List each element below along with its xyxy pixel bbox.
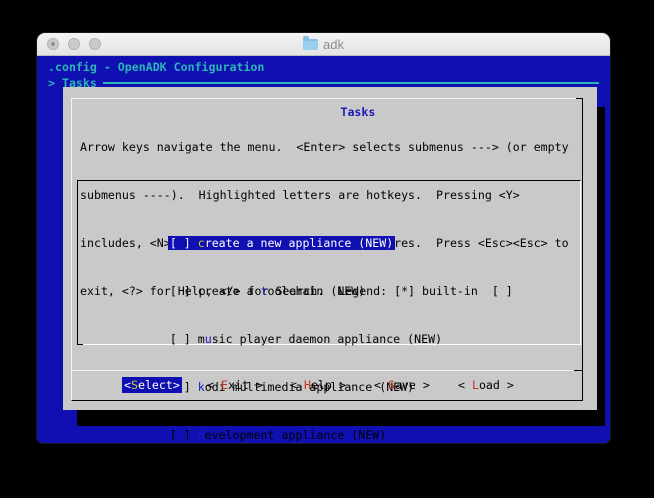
breadcrumb-rule	[103, 82, 599, 84]
config-header: .config - OpenADK Configuration	[48, 59, 264, 75]
terminal-window: adk .config - OpenADK Configuration > Ta…	[37, 33, 610, 443]
menu-item-development-appliance[interactable]: [ ] development appliance (NEW)	[78, 411, 580, 427]
window-title-text: adk	[323, 37, 344, 52]
menu-item-music-player-daemon[interactable]: [ ] music player daemon appliance (NEW)	[78, 315, 580, 331]
button-separator	[72, 370, 582, 371]
menu-item-create-toolchain[interactable]: [ ] create a toolchain (NEW)	[78, 267, 580, 283]
dialog-title: Tasks	[63, 88, 597, 136]
tasks-dialog: Tasks Arrow keys navigate the menu. <Ent…	[63, 87, 597, 410]
button-separator-tee	[574, 370, 582, 371]
title-bar: adk	[37, 33, 610, 56]
terminal-screen: .config - OpenADK Configuration > Tasks …	[37, 55, 610, 443]
menu-item-create-new-appliance[interactable]: [ ] create a new appliance (NEW)	[78, 219, 580, 235]
folder-icon	[303, 39, 318, 50]
load-button[interactable]: < Load >	[458, 377, 514, 393]
window-title: adk	[37, 33, 610, 55]
select-button[interactable]: <Select>	[122, 377, 182, 393]
instruction-line: Arrow keys navigate the menu. <Enter> se…	[80, 139, 569, 155]
menu-list: [ ] create a new appliance (NEW) [ ] cre…	[77, 180, 581, 345]
save-button[interactable]: < Save >	[374, 377, 430, 393]
exit-button[interactable]: < Exit >	[207, 377, 263, 393]
help-button[interactable]: < Help >	[290, 377, 346, 393]
